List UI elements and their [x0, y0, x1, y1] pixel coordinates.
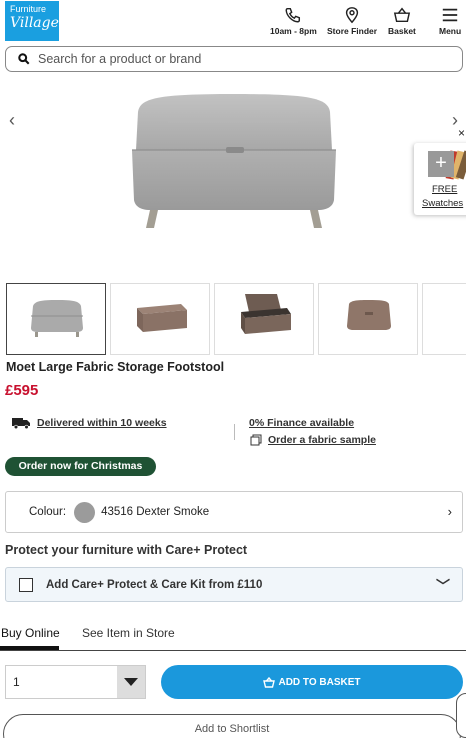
plus-icon: + — [428, 151, 454, 177]
logo-line-1: Furniture — [10, 4, 47, 14]
quantity-select[interactable]: 1 — [5, 665, 146, 699]
product-main-image — [132, 94, 336, 228]
care-protect-checkbox[interactable] — [19, 577, 33, 592]
gallery-prev-arrow[interactable]: ‹ — [9, 110, 15, 131]
swatches-label-free: FREE — [432, 184, 458, 195]
colour-label: Colour: — [29, 506, 67, 518]
product-title: Moet Large Fabric Storage Footstool — [6, 360, 225, 374]
basket-button[interactable]: Basket — [388, 6, 416, 36]
basket-icon — [263, 676, 276, 688]
fabric-sample-link[interactable]: Order a fabric sample — [250, 434, 376, 446]
swatches-label: Swatches — [422, 198, 464, 209]
shortlist-label: Add to Shortlist — [194, 723, 270, 735]
thumbnail-image — [31, 300, 83, 337]
colour-value: 43516 Dexter Smoke — [101, 506, 210, 518]
search-bar[interactable] — [5, 46, 463, 72]
basket-label: Basket — [388, 26, 416, 36]
fabric-sample-text: Order a fabric sample — [268, 434, 376, 446]
thumbnail-image — [241, 294, 291, 334]
floating-chat-button[interactable] — [456, 693, 466, 738]
store-finder-label: Store Finder — [327, 26, 378, 36]
thumbnail-4[interactable] — [318, 283, 418, 355]
fabric-sample-icon — [250, 434, 262, 446]
hamburger-menu-icon — [442, 8, 458, 22]
add-to-shortlist-button[interactable]: Add to Shortlist — [3, 714, 461, 738]
active-tab-indicator — [0, 646, 59, 650]
finance-link[interactable]: 0% Finance available — [249, 417, 354, 429]
christmas-badge: Order now for Christmas — [5, 457, 156, 476]
search-input[interactable] — [38, 52, 438, 66]
thumbnail-image — [347, 300, 391, 330]
product-price: £595 — [5, 382, 39, 399]
phone-icon — [285, 7, 301, 23]
menu-label: Menu — [439, 26, 462, 36]
tab-see-in-store[interactable]: See Item in Store — [82, 626, 175, 640]
search-icon — [18, 53, 30, 65]
close-icon[interactable]: × — [458, 126, 465, 140]
thumbnail-image — [137, 304, 187, 332]
purchase-tabs: Buy Online See Item in Store — [0, 620, 466, 651]
divider — [234, 424, 235, 440]
store-finder-button[interactable]: Store Finder — [327, 6, 377, 36]
colour-swatch — [74, 501, 96, 523]
protect-heading: Protect your furniture with Care+ Protec… — [5, 543, 248, 557]
colour-selector[interactable]: Colour: 43516 Dexter Smoke › — [5, 491, 463, 533]
thumbnail-5[interactable] — [422, 283, 466, 355]
quantity-value: 1 — [13, 675, 20, 689]
care-protect-option[interactable]: Add Care+ Protect & Care Kit from £110 ﹀ — [5, 567, 463, 602]
opening-hours-button[interactable]: 10am - 8pm — [270, 6, 317, 36]
add-to-basket-button[interactable]: ADD TO BASKET — [161, 665, 463, 699]
site-header: Furniture Village 10am - 8pm Store Finde… — [0, 0, 466, 42]
delivery-truck-icon — [12, 418, 30, 429]
care-protect-label: Add Care+ Protect & Care Kit from £110 — [46, 578, 263, 591]
logo-line-2: Village — [10, 15, 59, 31]
furniture-village-logo[interactable]: Furniture Village — [5, 1, 59, 41]
hours-label: 10am - 8pm — [270, 26, 317, 36]
thumbnail-3[interactable] — [214, 283, 314, 355]
menu-button[interactable]: Menu — [439, 6, 461, 36]
thumbnail-1[interactable] — [6, 283, 106, 355]
chevron-right-icon: › — [447, 504, 452, 519]
thumbnail-2[interactable] — [110, 283, 210, 355]
add-to-basket-label: ADD TO BASKET — [278, 676, 361, 688]
location-pin-icon — [345, 7, 359, 24]
delivery-text: Delivered within 10 weeks — [37, 417, 167, 429]
chevron-down-icon[interactable]: ﹀ — [436, 576, 450, 596]
dropdown-arrow-icon[interactable] — [117, 666, 145, 698]
thumbnail-strip — [6, 283, 466, 355]
tab-buy-online[interactable]: Buy Online — [1, 626, 60, 640]
free-swatches-tab[interactable]: × + FREE Swatches — [414, 126, 466, 215]
delivery-link[interactable]: Delivered within 10 weeks — [12, 417, 167, 429]
basket-icon — [393, 7, 411, 23]
